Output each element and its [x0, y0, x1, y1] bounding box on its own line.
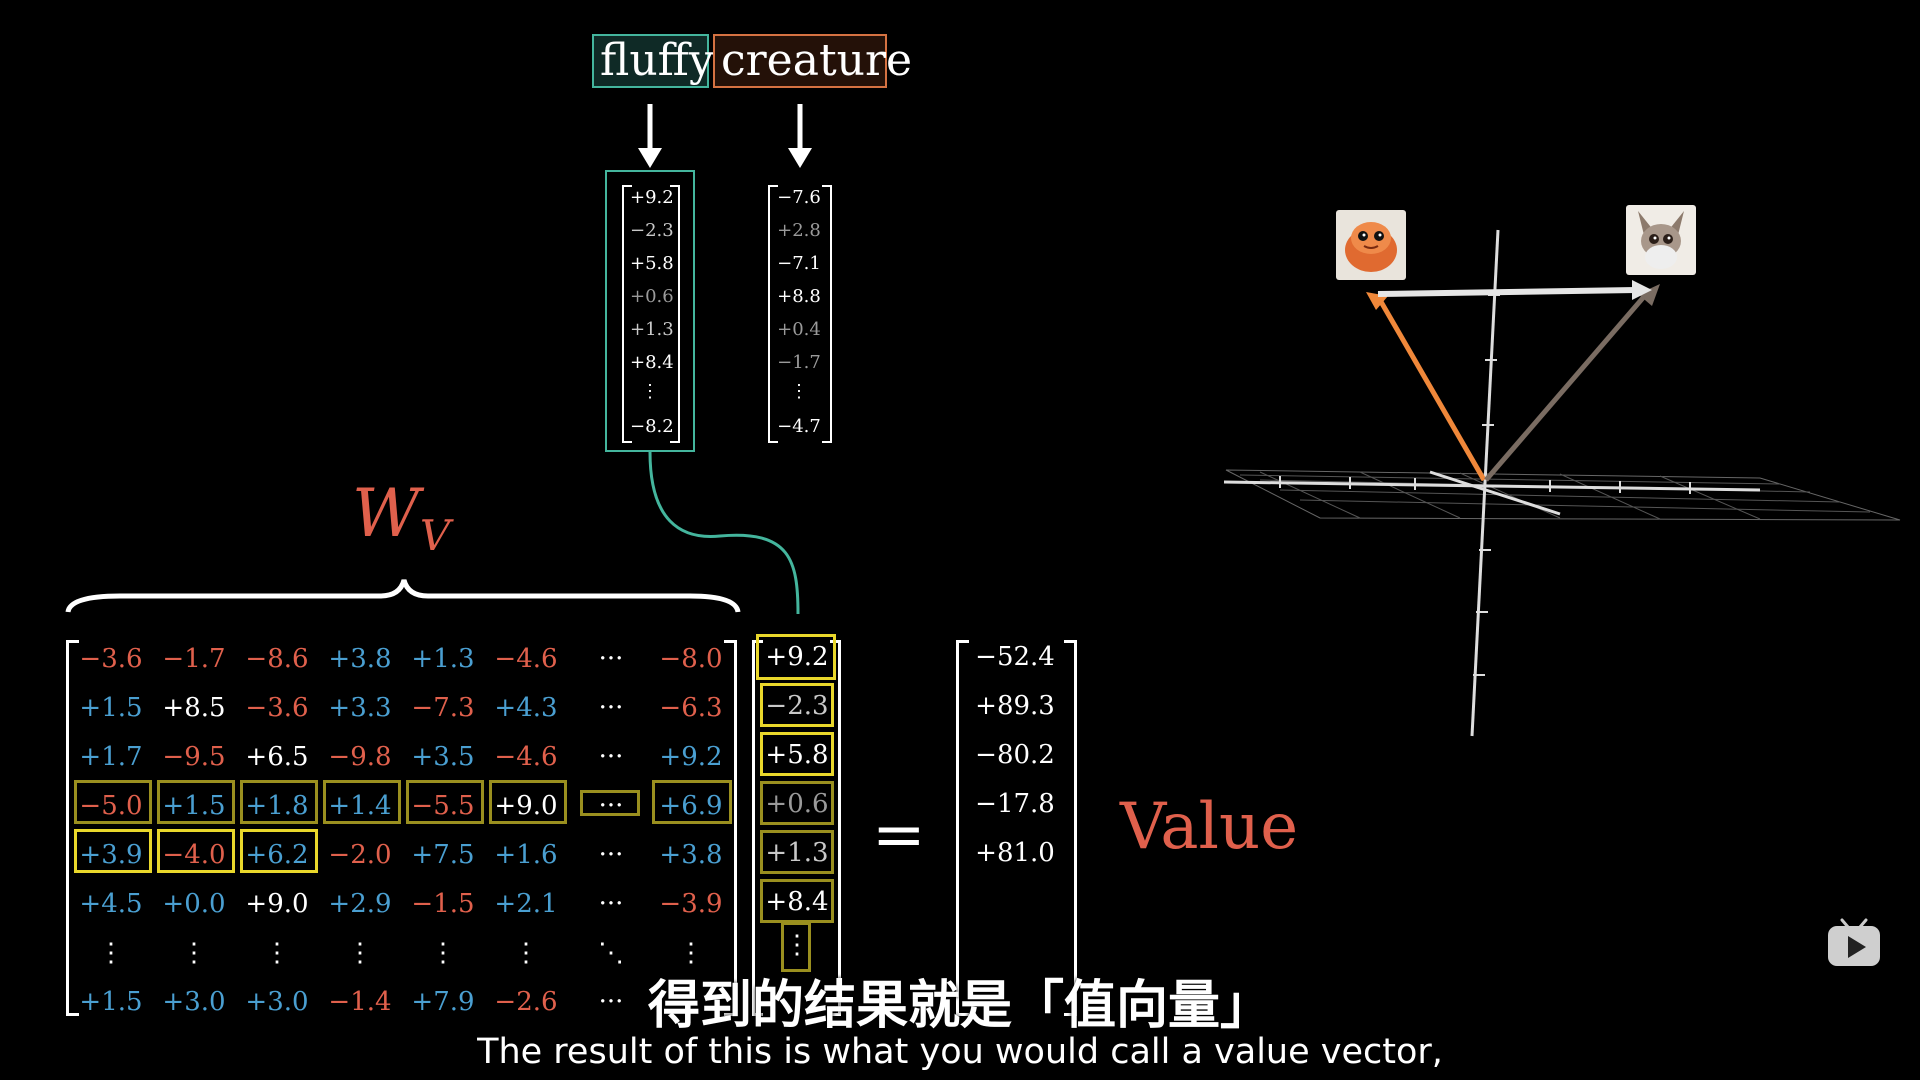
matrix-label: WV	[352, 475, 450, 560]
matrix-cell: −4.6	[494, 742, 558, 772]
matrix-cell: +1.7	[79, 742, 143, 772]
creature-embedding-cell: ⋮	[790, 381, 808, 402]
matrix-cell: +1.3	[411, 644, 475, 674]
creature-embedding: −7.6 +2.8 −7.1 +8.8 +0.4 −1.7 ⋮ −4.7	[776, 183, 822, 443]
matrix-cell: −3.9	[659, 889, 723, 919]
matrix-cell: +3.8	[328, 644, 392, 674]
input-vector-cell: +1.3	[765, 838, 829, 868]
matrix-cell: +2.9	[328, 889, 392, 919]
matrix-cell: −5.5	[411, 791, 475, 821]
creature-embedding-cell: +2.8	[777, 220, 821, 241]
connector-curve	[648, 451, 800, 615]
matrix-cell: ···	[598, 693, 624, 723]
result-vector-cell: −17.8	[975, 789, 1055, 819]
vector-space-plot	[1223, 229, 1901, 737]
creature-vector-arrow	[1484, 284, 1660, 482]
fluffy-embedding: +9.2 −2.3 +5.8 +0.6 +1.3 +8.4 ⋮ −8.2	[630, 183, 674, 443]
input-vector-cell: +5.8	[765, 740, 829, 770]
creature-embedding-cell: −7.1	[777, 253, 821, 274]
matrix-cell: +1.5	[79, 693, 143, 723]
matrix-cell: +1.4	[328, 791, 392, 821]
matrix-cell: −6.3	[659, 693, 723, 723]
input-vector-cell: +9.2	[765, 642, 829, 672]
result-vector-cell: −80.2	[975, 740, 1055, 770]
result-vector-cell: +89.3	[975, 691, 1055, 721]
input-vector-cell: ⋮	[784, 930, 810, 960]
fluffy-embedding-cell: +0.6	[630, 286, 674, 307]
matrix-cell: −3.6	[79, 644, 143, 674]
matrix-label-main: W	[352, 475, 420, 552]
value-shift-arrow	[1377, 280, 1652, 300]
matrix-cell: −9.5	[162, 742, 226, 772]
matrix-cell: +1.5	[162, 791, 226, 821]
matrix-cell: −2.0	[328, 840, 392, 870]
fluffy-embedding-cell: +8.4	[630, 352, 674, 373]
matrix-cell: +4.3	[494, 693, 558, 723]
creature-bracket-right	[822, 185, 832, 443]
fluffy-embedding-cell: +5.8	[630, 253, 674, 274]
matrix-cell: −1.5	[411, 889, 475, 919]
matrix-brace	[65, 579, 741, 613]
matrix-cell: ···	[598, 889, 624, 919]
result-vector-cell: +81.0	[975, 838, 1055, 868]
matrix-cell: +9.0	[245, 889, 309, 919]
matrix-cell: −4.0	[162, 840, 226, 870]
matrix-cell: −1.7	[162, 644, 226, 674]
matrix-cell: +9.2	[659, 742, 723, 772]
arrow-fluffy	[638, 104, 662, 168]
bilibili-tv-icon	[1828, 918, 1880, 966]
input-vector-cell: +0.6	[765, 789, 829, 819]
result-vector-cell: −52.4	[975, 642, 1055, 672]
equals-sign: =	[872, 798, 926, 872]
matrix-cell: −4.6	[494, 644, 558, 674]
matrix-cell: −7.3	[411, 693, 475, 723]
input-vector-cell: +8.4	[765, 887, 829, 917]
matrix-cell: +6.9	[659, 791, 723, 821]
matrix-label-sub: V	[419, 511, 451, 561]
matrix-cell: −9.8	[328, 742, 392, 772]
creature-thumbnail	[1626, 205, 1696, 275]
matrix-cell: +3.5	[411, 742, 475, 772]
matrix-cell: +7.5	[411, 840, 475, 870]
fluffy-embedding-cell: −8.2	[630, 416, 674, 437]
matrix-cell: +2.1	[494, 889, 558, 919]
matrix-cell: −3.6	[245, 693, 309, 723]
subtitle-english: The result of this is what you would cal…	[477, 1032, 1443, 1072]
matrix-cell: +6.2	[245, 840, 309, 870]
creature-embedding-cell: −4.7	[777, 416, 821, 437]
matrix-cell: +4.5	[79, 889, 143, 919]
matrix-cell: ···	[598, 742, 624, 772]
arrow-creature	[788, 104, 812, 168]
fluffy-embedding-cell: −2.3	[630, 220, 674, 241]
matrix-cell: +0.0	[162, 889, 226, 919]
matrix-cell: +6.5	[245, 742, 309, 772]
matrix-cell: +3.9	[79, 840, 143, 870]
creature-embedding-cell: −7.6	[777, 187, 821, 208]
fluffy-creature-thumbnail	[1336, 210, 1406, 280]
subtitle-chinese: 得到的结果就是「值向量」	[647, 976, 1272, 1036]
matrix-cell: +9.0	[494, 791, 558, 821]
matrix-cell: +3.3	[328, 693, 392, 723]
creature-embedding-cell: −1.7	[777, 352, 821, 373]
matrix-cell: ···	[598, 644, 624, 674]
fluffy-vector-arrow	[1366, 292, 1487, 482]
matrix-cell: ···	[598, 791, 624, 821]
fluffy-embedding-cell: +1.3	[630, 319, 674, 340]
matrix-cell: +8.5	[162, 693, 226, 723]
matrix-cell: ···	[598, 840, 624, 870]
matrix-cell: −8.6	[245, 644, 309, 674]
creature-embedding-cell: +0.4	[777, 319, 821, 340]
matrix-cell: −8.0	[659, 644, 723, 674]
fluffy-embedding-cell: +9.2	[630, 187, 674, 208]
fluffy-embedding-cell: ⋮	[641, 381, 659, 402]
matrix-cell: +3.8	[659, 840, 723, 870]
value-label: Value	[1120, 790, 1299, 864]
matrix-cell: +1.6	[494, 840, 558, 870]
matrix-cell: −5.0	[79, 791, 143, 821]
matrix-cell: +1.8	[245, 791, 309, 821]
creature-embedding-cell: +8.8	[777, 286, 821, 307]
input-vector-cell: −2.3	[765, 691, 829, 721]
grid-plane	[1225, 469, 1901, 521]
axes	[1223, 229, 1761, 737]
